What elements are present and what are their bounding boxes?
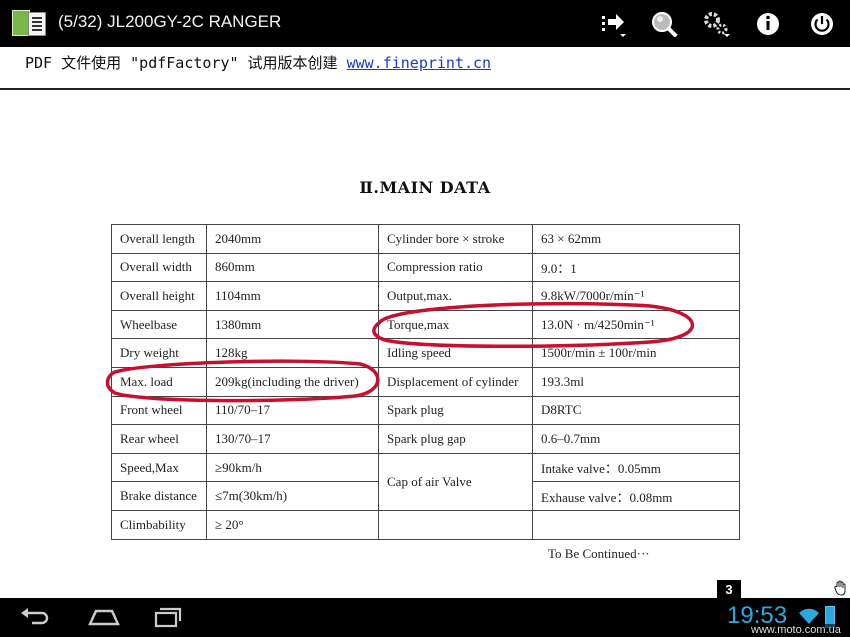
table-row: Climbability ≥ 20° xyxy=(111,509,740,540)
goto-page-icon xyxy=(602,14,626,37)
back-icon xyxy=(21,608,49,625)
table-cell-row-value: 13.0N · m/4250min⁻¹ xyxy=(532,309,740,340)
table-row: Overall length 2040mm Cylinder bore × stro… xyxy=(111,224,740,254)
table-cell-row-value: ≤7m(30km/h) xyxy=(206,481,379,511)
power-button[interactable] xyxy=(806,8,838,40)
table-cell-row-value: 9.0：1 xyxy=(532,252,740,283)
table-cell-row-value: 63 × 62mm xyxy=(532,224,740,254)
page-number-badge: 3 xyxy=(717,580,741,600)
table-cell-row-value: D8RTC xyxy=(532,395,740,426)
table-cell-row-label: Cap of air Valve xyxy=(378,452,533,511)
banner-divider xyxy=(0,88,850,90)
document-title: (5/32) JL200GY-2C RANGER xyxy=(58,12,282,31)
goto-page-button[interactable] xyxy=(596,8,628,40)
table-cell-row-value: 1380mm xyxy=(206,309,379,340)
info-icon xyxy=(757,13,779,35)
table-cell-row-label: Idling speed xyxy=(378,338,533,368)
table-row: Overall width 860mm Compression ratio 9.0：1 xyxy=(111,252,740,283)
table-cell-row-value: 110/70–17 xyxy=(206,395,379,426)
table-cell-row-value: 193.3ml xyxy=(532,366,740,397)
table-cell-row-label: Output,max. xyxy=(378,281,533,311)
recent-apps-icon xyxy=(154,607,182,628)
table-cell-row-value: 860mm xyxy=(206,252,379,283)
table-cell-row-value: 130/70–17 xyxy=(206,424,379,454)
back-button[interactable] xyxy=(16,604,56,630)
section-title: Ⅱ.MAIN DATA xyxy=(359,178,491,197)
search-icon xyxy=(652,12,678,37)
table-cell-row-label: Rear wheel xyxy=(111,424,207,454)
table-cell-row-value: Intake valve：0.05mm xyxy=(532,452,740,483)
table-cell-row-label: Overall width xyxy=(111,252,207,283)
search-button[interactable] xyxy=(648,8,680,40)
continued-note: To Be Continued··· xyxy=(548,546,650,561)
table-row: Speed,Max ≥90km/h Cap of air Valve Intake v… xyxy=(111,452,740,511)
fineprint-link[interactable]: www.fineprint.cn xyxy=(347,54,492,72)
table-cell-row-value: 128kg xyxy=(206,338,379,368)
table-cell-row-label xyxy=(378,509,533,540)
table-cell-row-label: Brake distance xyxy=(111,481,207,511)
app-logo-icon[interactable] xyxy=(10,10,50,38)
table-cell-row-label: Overall length xyxy=(111,224,207,254)
info-button[interactable] xyxy=(752,8,784,40)
table-cell-row-label: Wheelbase xyxy=(111,309,207,340)
table-cell-row-value: 0.6–0.7mm xyxy=(532,424,740,454)
hand-pan-icon[interactable] xyxy=(834,580,848,596)
banner-text: PDF 文件使用 "pdfFactory" 试用版本创建 xyxy=(25,54,347,72)
table-cell-row-value: 209kg(including the driver) xyxy=(206,366,379,397)
table-cell-row-label: Overall height xyxy=(111,281,207,311)
table-cell-row-value: ≥90km/h xyxy=(206,452,379,483)
table-cell-row-label: Torque,max xyxy=(378,309,533,340)
recent-apps-button[interactable] xyxy=(148,604,188,630)
main-data-table: Overall length 2040mm Cylinder bore × stro… xyxy=(111,224,740,540)
table-row: Front wheel 110/70–17 Spark plug D8RTC xyxy=(111,395,740,426)
table-cell-row-label: Compression ratio xyxy=(378,252,533,283)
app-bar: (5/32) JL200GY-2C RANGER xyxy=(0,0,850,47)
table-cell-row-label: Dry weight xyxy=(111,338,207,368)
table-cell-row-label: Spark plug gap xyxy=(378,424,533,454)
site-watermark: www.moto.com.ua xyxy=(748,624,844,636)
table-row: Rear wheel 130/70–17 Spark plug gap 0.6–0.7… xyxy=(111,424,740,454)
settings-button[interactable] xyxy=(700,8,732,40)
table-row: Overall height 1104mm Output,max. 9.8kW/700… xyxy=(111,281,740,311)
table-row: Wheelbase 1380mm Torque,max 13.0N · m/4250m… xyxy=(111,309,740,340)
table-row: Max. load 209kg(including the driver) Disp… xyxy=(111,366,740,397)
table-cell-row-value xyxy=(532,509,740,540)
table-cell-row-label: Climbability xyxy=(111,509,207,540)
home-icon xyxy=(88,609,120,626)
table-cell-row-label: Spark plug xyxy=(378,395,533,426)
table-cell-row-value: ≥ 20° xyxy=(206,509,379,540)
table-cell-row-label: Speed,Max xyxy=(111,452,207,483)
table-cell-row-label: Cylinder bore × stroke xyxy=(378,224,533,254)
table-cell-row-label: Displacement of cylinder xyxy=(378,366,533,397)
table-cell-row-value: 1500r/min ± 100r/min xyxy=(532,338,740,368)
system-nav-bar xyxy=(0,598,850,637)
table-cell-row-value: 2040mm xyxy=(206,224,379,254)
table-cell-row-value: 1104mm xyxy=(206,281,379,311)
table-row: Dry weight 128kg Idling speed 1500r/min ± 1… xyxy=(111,338,740,368)
table-cell-row-value: 9.8kW/7000r/min⁻¹ xyxy=(532,281,740,311)
power-icon xyxy=(811,13,833,35)
table-cell-row-value: Exhause valve：0.08mm xyxy=(532,481,740,511)
settings-icon xyxy=(704,12,730,37)
table-cell-row-label: Front wheel xyxy=(111,395,207,426)
home-button[interactable] xyxy=(82,604,122,630)
table-cell-row-label: Max. load xyxy=(111,366,207,397)
pdf-factory-banner: PDF 文件使用 "pdfFactory" 试用版本创建 www.finepri… xyxy=(25,52,491,74)
